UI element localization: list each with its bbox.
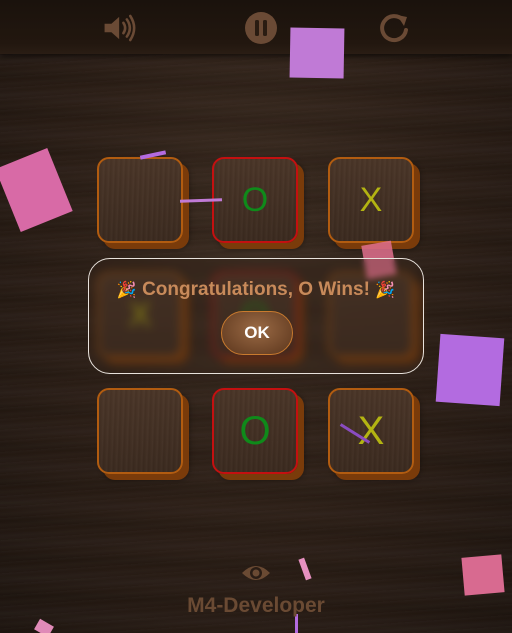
win-message-row: 🎉 Congratulations, O Wins! 🎉 xyxy=(89,279,423,301)
cell-mark: O xyxy=(241,181,269,219)
cell-mark: X xyxy=(359,181,383,219)
ok-button[interactable]: OK xyxy=(221,311,293,355)
top-toolbar xyxy=(0,0,512,54)
developer-credit: M4-Developer xyxy=(187,594,325,617)
confetti-piece xyxy=(0,147,73,233)
restart-button[interactable] xyxy=(376,10,412,46)
board-cell-7[interactable] xyxy=(97,388,183,474)
cell-mark: X xyxy=(357,409,385,453)
cell-mark: O xyxy=(239,409,271,453)
pause-icon xyxy=(245,12,277,44)
confetti-piece xyxy=(435,333,505,407)
board-cell-3[interactable]: X xyxy=(328,157,414,243)
confetti-piece xyxy=(289,27,345,79)
confetti-piece xyxy=(461,554,505,596)
sound-button[interactable] xyxy=(102,10,138,46)
confetti-piece xyxy=(298,557,312,581)
board-cell-9[interactable]: X xyxy=(328,388,414,474)
win-message: Congratulations, O Wins! xyxy=(142,279,370,300)
party-popper-icon: 🎉 xyxy=(116,282,137,299)
board-cell-2[interactable]: O xyxy=(212,157,298,243)
confetti-piece xyxy=(34,618,54,633)
eye-icon xyxy=(242,566,270,580)
pause-button[interactable] xyxy=(243,10,279,46)
restart-icon xyxy=(380,14,408,43)
party-popper-icon: 🎉 xyxy=(375,282,396,299)
footer-eye-button[interactable] xyxy=(240,560,272,586)
board-cell-8[interactable]: O xyxy=(212,388,298,474)
speaker-icon xyxy=(104,14,136,42)
win-dialog: 🎉 Congratulations, O Wins! 🎉 OK xyxy=(88,258,424,374)
board-cell-1[interactable] xyxy=(97,157,183,243)
